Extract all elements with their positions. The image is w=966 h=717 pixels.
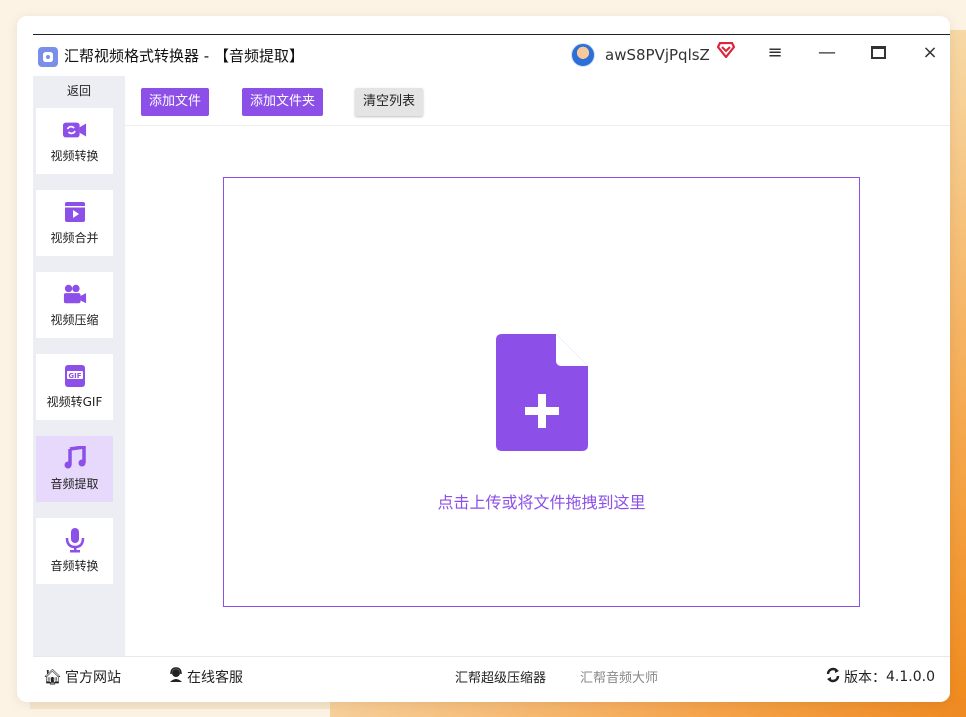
gif-icon: GIF	[63, 364, 87, 387]
add-folder-button[interactable]: 添加文件夹	[242, 88, 324, 116]
user-name[interactable]: awS8PVjPqlsZ	[605, 46, 710, 64]
minimize-button[interactable]: —	[814, 42, 840, 63]
close-button[interactable]: ×	[917, 42, 943, 63]
sidebar-item-label: 音频提取	[50, 476, 99, 491]
sidebar-item-video-merge[interactable]: 视频合并	[36, 190, 113, 256]
titlebar: 汇帮视频格式转换器 - 【音频提取】 awS8PVjPqlsZ ≡ — ×	[17, 16, 950, 76]
clear-list-button[interactable]: 清空列表	[355, 88, 424, 116]
sidebar-item-video-compress[interactable]: 视频压缩	[36, 272, 113, 338]
add-file-icon[interactable]	[496, 334, 588, 451]
microphone-icon	[63, 527, 87, 552]
video-convert-icon	[62, 119, 87, 141]
music-note-icon	[63, 445, 87, 469]
app-window: 汇帮视频格式转换器 - 【音频提取】 awS8PVjPqlsZ ≡ — × 返回…	[17, 16, 950, 702]
back-button[interactable]: 返回	[33, 80, 125, 102]
hamburger-icon: ≡	[767, 42, 783, 63]
product-link-audio-master[interactable]: 汇帮音频大师	[580, 667, 658, 686]
vip-diamond-icon[interactable]	[716, 41, 736, 63]
sidebar: 返回 视频转换 视频合并 视频压缩 GIF 视频转GIF 音频提取 音频转换	[33, 76, 125, 656]
background-bottom-strip	[30, 701, 330, 709]
version-info: 版本： 4.1.0.0	[825, 667, 935, 687]
sidebar-item-label: 视频转换	[50, 148, 99, 163]
close-icon: ×	[922, 42, 938, 63]
maximize-icon	[870, 46, 886, 59]
sidebar-item-video-convert[interactable]: 视频转换	[36, 108, 113, 174]
sidebar-item-gif[interactable]: GIF 视频转GIF	[36, 354, 113, 420]
official-website-link[interactable]: 🏠︎ 官方网站	[43, 667, 121, 687]
version-label: 版本：	[844, 670, 886, 686]
online-support-link[interactable]: 在线客服	[168, 667, 243, 687]
online-support-label: 在线客服	[187, 670, 243, 686]
version-number: 4.1.0.0	[886, 669, 935, 685]
add-file-button[interactable]: 添加文件	[141, 88, 210, 116]
maximize-button[interactable]	[865, 42, 891, 64]
menu-button[interactable]: ≡	[762, 42, 788, 63]
file-drop-zone[interactable]: 点击上传或将文件拖拽到这里	[223, 177, 860, 607]
video-merge-icon	[63, 201, 87, 223]
user-avatar[interactable]	[571, 43, 595, 67]
svg-text:GIF: GIF	[68, 372, 81, 380]
sidebar-item-label: 视频压缩	[50, 312, 99, 327]
status-bar: 🏠︎ 官方网站 在线客服 汇帮超级压缩器 汇帮音频大师 版本： 4.1.0.0	[33, 656, 950, 696]
app-logo-icon	[38, 47, 58, 67]
sidebar-item-label: 音频转换	[50, 558, 99, 573]
refresh-icon[interactable]	[825, 667, 841, 687]
official-website-label: 官方网站	[65, 670, 122, 686]
app-title: 汇帮视频格式转换器 - 【音频提取】	[64, 47, 304, 65]
support-agent-icon	[168, 667, 184, 687]
sidebar-item-label: 视频转GIF	[46, 394, 103, 409]
toolbar: 添加文件 添加文件夹 清空列表	[125, 76, 950, 126]
sidebar-item-label: 视频合并	[50, 230, 99, 245]
video-compress-icon	[63, 283, 87, 305]
title-divider	[33, 34, 950, 35]
home-icon: 🏠︎	[43, 668, 63, 686]
minimize-icon: —	[818, 42, 836, 63]
sidebar-item-audio-extract[interactable]: 音频提取	[36, 436, 113, 502]
product-link-compressor[interactable]: 汇帮超级压缩器	[455, 667, 546, 686]
sidebar-item-audio-convert[interactable]: 音频转换	[36, 518, 113, 584]
drop-zone-label: 点击上传或将文件拖拽到这里	[437, 493, 646, 512]
